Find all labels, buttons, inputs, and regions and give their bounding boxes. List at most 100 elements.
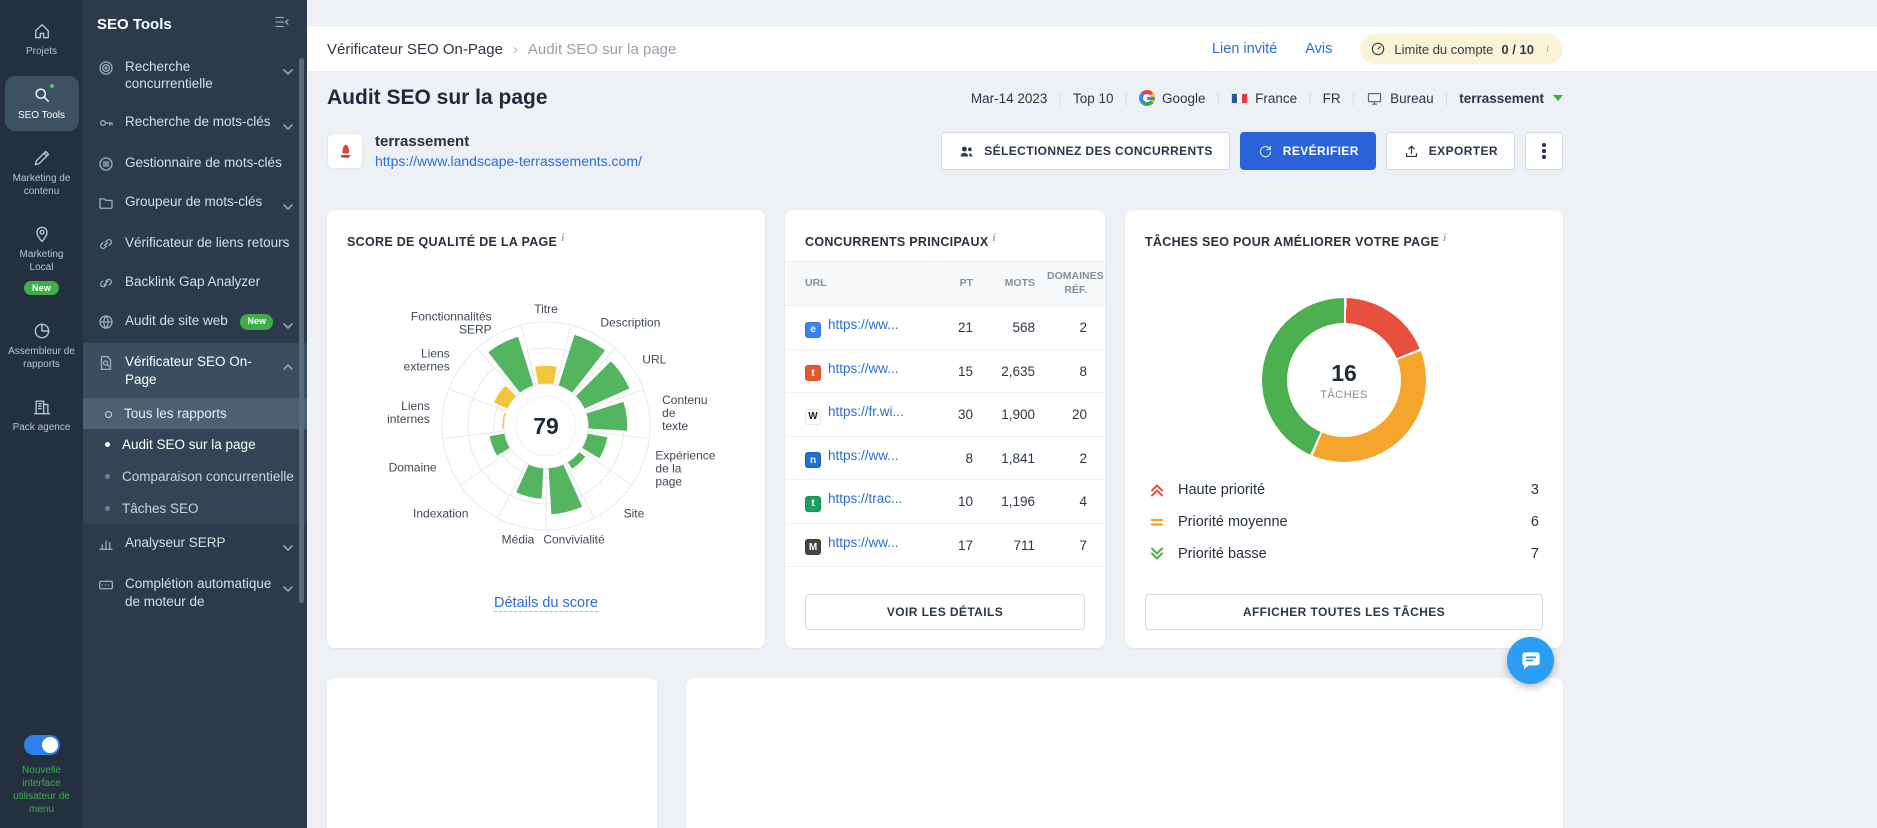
sidebar-item-website-audit[interactable]: Audit de site web New: [83, 302, 307, 343]
info-icon[interactable]: [561, 232, 564, 244]
sidebar-subitem-onpage-audit[interactable]: Audit SEO sur la page: [83, 429, 307, 461]
rail-item-projects[interactable]: Projets: [5, 12, 79, 68]
page-title: Audit SEO sur la page: [327, 86, 548, 110]
main-competitors-card: CONCURRENTS PRINCIPAUX URL PT MOTS DOMAI…: [785, 210, 1105, 648]
svg-text:Expériencede lapage: Expériencede lapage: [655, 448, 715, 488]
france-flag-icon: [1231, 93, 1248, 104]
rail-item-local-marketing[interactable]: Marketing Local New: [5, 215, 79, 304]
tasks-donut-ring: 16 TÂCHES: [1262, 298, 1426, 462]
sidebar-item-backlink-gap[interactable]: Backlink Gap Analyzer: [83, 263, 307, 302]
sidebar-subitem-competitive-comparison[interactable]: Comparaison concurrentielle: [83, 461, 307, 493]
mots-value: 711: [979, 523, 1041, 567]
competitors-table: URL PT MOTS DOMAINES RÉF. ehttps://ww...…: [785, 261, 1105, 567]
sidebar-item-serp-analyzer[interactable]: Analyseur SERP: [83, 524, 307, 565]
audited-url-link[interactable]: https://www.landscape-terrassements.com/: [375, 153, 642, 169]
score-card-title: SCORE DE QUALITÉ DE LA PAGE: [347, 235, 557, 249]
sidebar-item-competitive-research[interactable]: Recherche concurrentielle: [83, 48, 307, 103]
people-icon: [958, 143, 975, 160]
select-competitors-button[interactable]: SÉLECTIONNEZ DES CONCURRENTS: [941, 132, 1230, 170]
seo-tasks-card: TÂCHES SEO POUR AMÉLIORER VOTRE PAGE 16 …: [1125, 210, 1563, 648]
main-content: Vérificateur SEO On-Page Audit SEO sur l…: [307, 0, 1877, 828]
competitor-row: nhttps://ww... 8 1,841 2: [785, 436, 1105, 480]
rail-item-agency-pack[interactable]: Pack agence: [5, 388, 79, 444]
sidebar-item-keyword-manager[interactable]: Gestionnaire de mots-clés: [83, 144, 307, 183]
rail-item-report-builder[interactable]: Assembleur de rapports: [5, 312, 79, 380]
sidebar-item-backlink-checker[interactable]: Vérificateur de liens retours: [83, 224, 307, 263]
sidebar-subitem-all-reports[interactable]: Tous les rapports: [83, 398, 307, 430]
sidebar-item-label: Recherche de mots-clés: [125, 113, 273, 130]
new-ui-toggle[interactable]: [24, 735, 60, 755]
page-quality-score-card: SCORE DE QUALITÉ DE LA PAGE 79TitreDescr…: [327, 210, 765, 648]
rail-item-content-marketing[interactable]: Marketing de contenu: [5, 139, 79, 207]
legend-label: Haute priorité: [1178, 482, 1265, 498]
sliders-circle-icon: [97, 155, 115, 173]
competitor-url[interactable]: https://ww...: [828, 361, 899, 376]
rail-item-seo-tools[interactable]: SEO Tools: [5, 76, 79, 132]
site-favicon-tile: [327, 133, 363, 169]
competitor-url[interactable]: https://ww...: [828, 535, 899, 550]
competitor-url[interactable]: https://ww...: [828, 317, 899, 332]
divider: [1445, 91, 1449, 106]
guest-link[interactable]: Lien invité: [1212, 41, 1277, 57]
sidebar-item-label: Audit de site web: [125, 312, 230, 329]
svg-text:Site: Site: [624, 507, 645, 521]
dom-value: 4: [1041, 480, 1105, 524]
divider: [1308, 91, 1312, 106]
info-icon[interactable]: [992, 232, 995, 244]
info-icon[interactable]: [1443, 232, 1446, 244]
pt-value: 21: [937, 306, 979, 350]
project-selector[interactable]: terrassement: [1459, 91, 1563, 106]
show-all-tasks-button[interactable]: AFFICHER TOUTES LES TÂCHES: [1145, 594, 1543, 630]
reviews-link[interactable]: Avis: [1305, 41, 1332, 57]
svg-text:Domaine: Domaine: [389, 460, 437, 474]
site-favicon: M: [805, 539, 821, 555]
new-badge: New: [240, 314, 273, 330]
link-check-icon: [97, 235, 115, 253]
competitor-row: thttps://ww... 15 2,635 8: [785, 349, 1105, 393]
competitor-url[interactable]: https://ww...: [828, 448, 899, 463]
app-rail: Projets SEO Tools Marketing de contenu M…: [0, 0, 83, 828]
sidebar-item-autocomplete[interactable]: Complétion automatique de moteur de: [83, 565, 307, 620]
more-options-button[interactable]: [1525, 132, 1563, 170]
svg-text:Média: Média: [502, 533, 535, 547]
desktop-icon: [1366, 90, 1383, 107]
top-bar: Vérificateur SEO On-Page Audit SEO sur l…: [307, 27, 1877, 72]
divider: [1217, 91, 1221, 106]
tasks-card-title: TÂCHES SEO POUR AMÉLIORER VOTRE PAGE: [1145, 235, 1439, 249]
legend-row-low: Priorité basse 7: [1149, 538, 1539, 570]
competitor-url[interactable]: https://trac...: [828, 491, 902, 506]
sidebar-item-label: Groupeur de mots-clés: [125, 193, 273, 210]
account-limit-badge[interactable]: Limite du compte 0 / 10: [1360, 34, 1563, 64]
recheck-button[interactable]: REVÉRIFIER: [1240, 132, 1376, 170]
chevron-down-icon: [283, 538, 295, 555]
building-icon: [32, 397, 52, 417]
export-button[interactable]: EXPORTER: [1386, 132, 1515, 170]
info-icon[interactable]: [1546, 43, 1549, 55]
score-details-link[interactable]: Détails du score: [494, 595, 598, 612]
chat-widget-button[interactable]: [1507, 637, 1554, 684]
breadcrumb-parent[interactable]: Vérificateur SEO On-Page: [327, 41, 503, 58]
sidebar-subitem-label: Tâches SEO: [122, 500, 295, 518]
chevron-down-icon: [283, 197, 295, 214]
mots-value: 568: [979, 306, 1041, 350]
site-favicon: W: [805, 409, 821, 425]
competitor-url[interactable]: https://fr.wi...: [828, 404, 904, 419]
sidebar-scrollbar[interactable]: [299, 58, 304, 603]
collapse-sidebar-icon[interactable]: [273, 13, 291, 35]
double-chevron-up-icon: [1149, 482, 1165, 498]
view-details-button[interactable]: VOIR LES DÉTAILS: [805, 594, 1085, 630]
sidebar-item-keyword-grouper[interactable]: Groupeur de mots-clés: [83, 183, 307, 224]
sidebar-title: SEO Tools: [97, 16, 172, 33]
kebab-icon: [1542, 149, 1546, 153]
sidebar-subitem-seo-tasks[interactable]: Tâches SEO: [83, 493, 307, 525]
sidebar-item-onpage-checker[interactable]: Vérificateur SEO On-Page: [83, 343, 307, 398]
legend-row-medium: Priorité moyenne 6: [1149, 506, 1539, 538]
chevron-up-icon: [283, 357, 295, 374]
chevron-down-icon: [283, 316, 295, 333]
sidebar-item-label: Backlink Gap Analyzer: [125, 273, 295, 290]
sidebar-item-keyword-research[interactable]: Recherche de mots-clés: [83, 103, 307, 144]
svg-text:Titre: Titre: [534, 302, 558, 316]
svg-text:Description: Description: [600, 315, 660, 329]
search-icon: [32, 85, 52, 105]
tasks-donut-center: 16 TÂCHES: [1287, 323, 1401, 437]
